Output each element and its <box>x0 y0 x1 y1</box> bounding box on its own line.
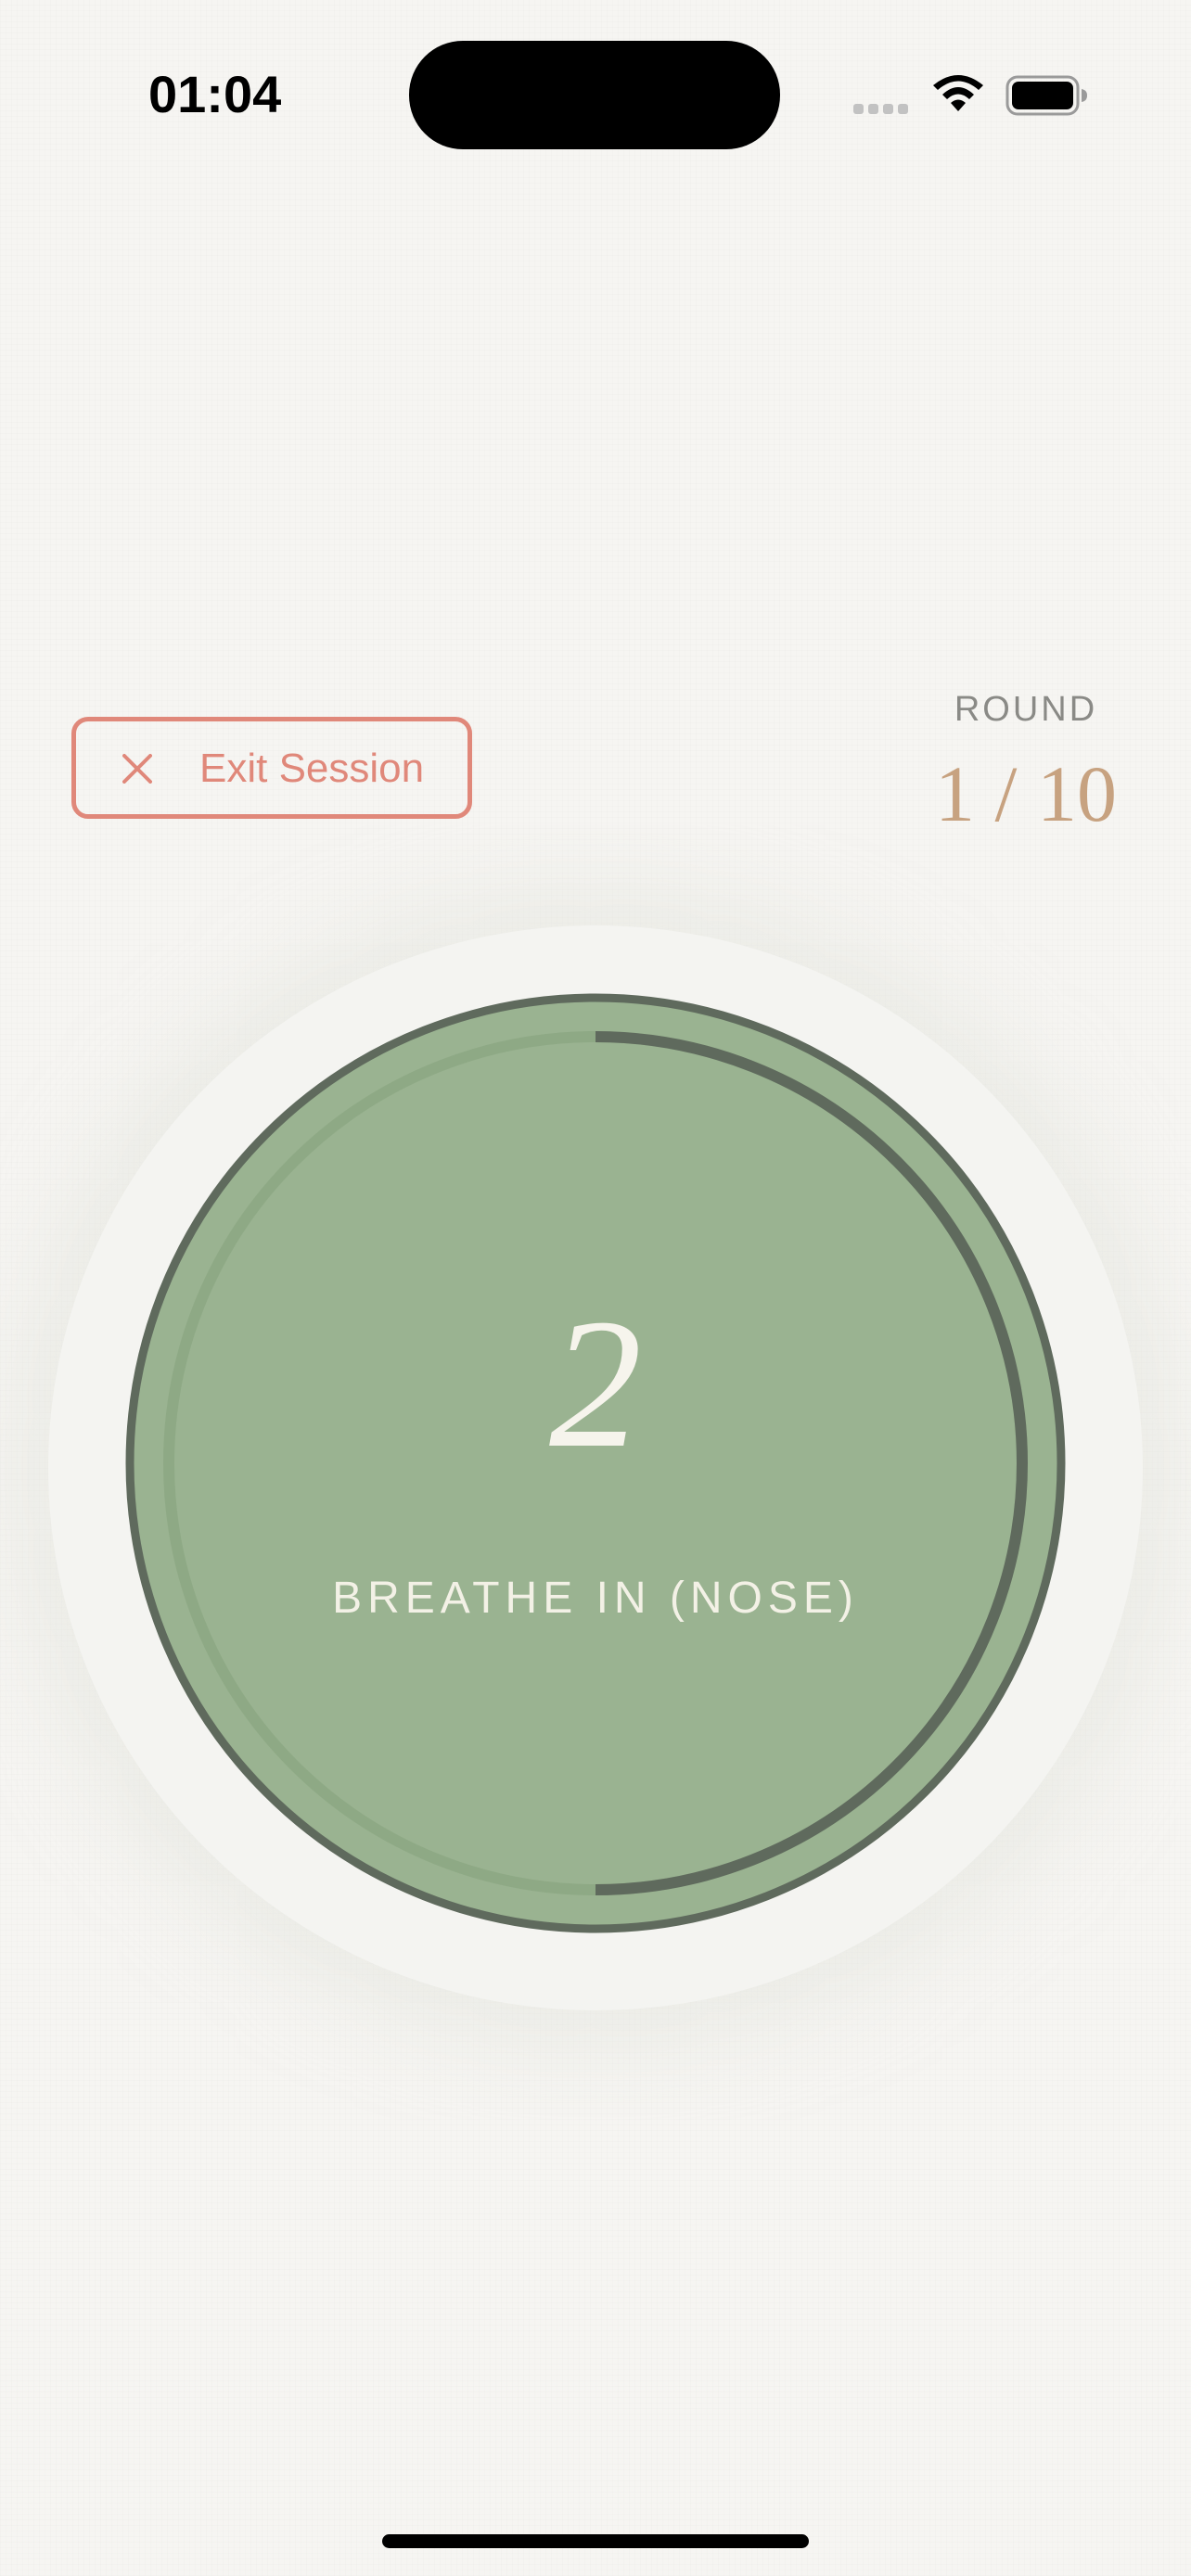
home-indicator <box>382 2534 809 2548</box>
wifi-icon <box>933 75 983 111</box>
breath-count: 2 <box>549 1282 642 1486</box>
breathing-session-screen: 01:04 Exit Session ROUND 1 / 10 2 BREATH… <box>0 0 1191 2576</box>
status-time: 01:04 <box>148 65 282 123</box>
exit-session-label: Exit Session <box>199 746 425 791</box>
cellular-signal-icon <box>853 102 915 115</box>
breath-phase-label: BREATHE IN (NOSE) <box>332 1574 859 1623</box>
close-icon <box>122 754 152 784</box>
dynamic-island <box>409 41 780 149</box>
round-counter: 1 / 10 <box>935 749 1117 838</box>
exit-session-button[interactable]: Exit Session <box>71 717 472 819</box>
battery-icon <box>1005 75 1087 116</box>
round-label: ROUND <box>954 690 1098 729</box>
